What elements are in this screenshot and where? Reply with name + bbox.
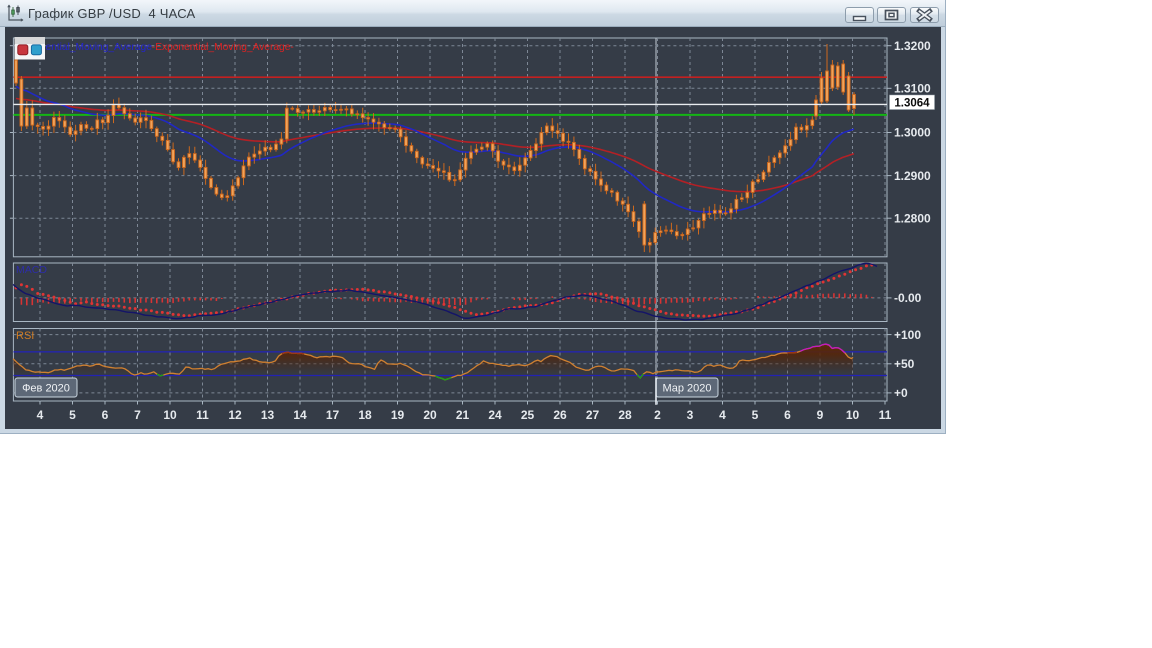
svg-text:20: 20 <box>423 408 437 422</box>
svg-text:4: 4 <box>37 408 44 422</box>
svg-text:+0: +0 <box>894 386 908 400</box>
svg-text:Фев 2020: Фев 2020 <box>22 383 70 395</box>
svg-text:19: 19 <box>391 408 405 422</box>
svg-text:RSI: RSI <box>16 330 34 342</box>
svg-text:5: 5 <box>69 408 76 422</box>
svg-text:7: 7 <box>134 408 141 422</box>
svg-text:1.3100: 1.3100 <box>894 82 931 96</box>
svg-text:17: 17 <box>326 408 340 422</box>
svg-text:24: 24 <box>488 408 502 422</box>
svg-text:2: 2 <box>654 408 661 422</box>
svg-text:1.3064: 1.3064 <box>894 97 930 109</box>
svg-text:1.2800: 1.2800 <box>894 211 931 225</box>
svg-text:26: 26 <box>553 408 567 422</box>
svg-text:3: 3 <box>687 408 694 422</box>
svg-text:11: 11 <box>196 408 209 422</box>
svg-text:MACD: MACD <box>16 264 47 276</box>
svg-text:4: 4 <box>719 408 726 422</box>
svg-text:-0.00: -0.00 <box>894 291 922 305</box>
svg-text:Мар 2020: Мар 2020 <box>662 383 711 395</box>
svg-text:+100: +100 <box>894 328 921 342</box>
svg-text:5: 5 <box>752 408 759 422</box>
svg-text:10: 10 <box>163 408 177 422</box>
svg-text:9: 9 <box>817 408 824 422</box>
svg-text:25: 25 <box>521 408 535 422</box>
svg-text:12: 12 <box>228 408 242 422</box>
svg-text:10: 10 <box>846 408 860 422</box>
svg-text:1.3200: 1.3200 <box>894 39 931 53</box>
svg-text:1.3000: 1.3000 <box>894 126 931 140</box>
svg-text:27: 27 <box>586 408 600 422</box>
svg-text:6: 6 <box>784 408 791 422</box>
svg-text:11: 11 <box>879 408 892 422</box>
svg-text:13: 13 <box>261 408 275 422</box>
svg-text:21: 21 <box>456 408 470 422</box>
svg-text:+50: +50 <box>894 357 915 371</box>
svg-text:1.2900: 1.2900 <box>894 169 931 183</box>
svg-text:ential_Moving_Average-Exponent: ential_Moving_Average-Exponential_Moving… <box>46 42 294 53</box>
svg-text:14: 14 <box>293 408 307 422</box>
svg-text:28: 28 <box>618 408 632 422</box>
svg-text:6: 6 <box>102 408 109 422</box>
svg-text:18: 18 <box>358 408 372 422</box>
